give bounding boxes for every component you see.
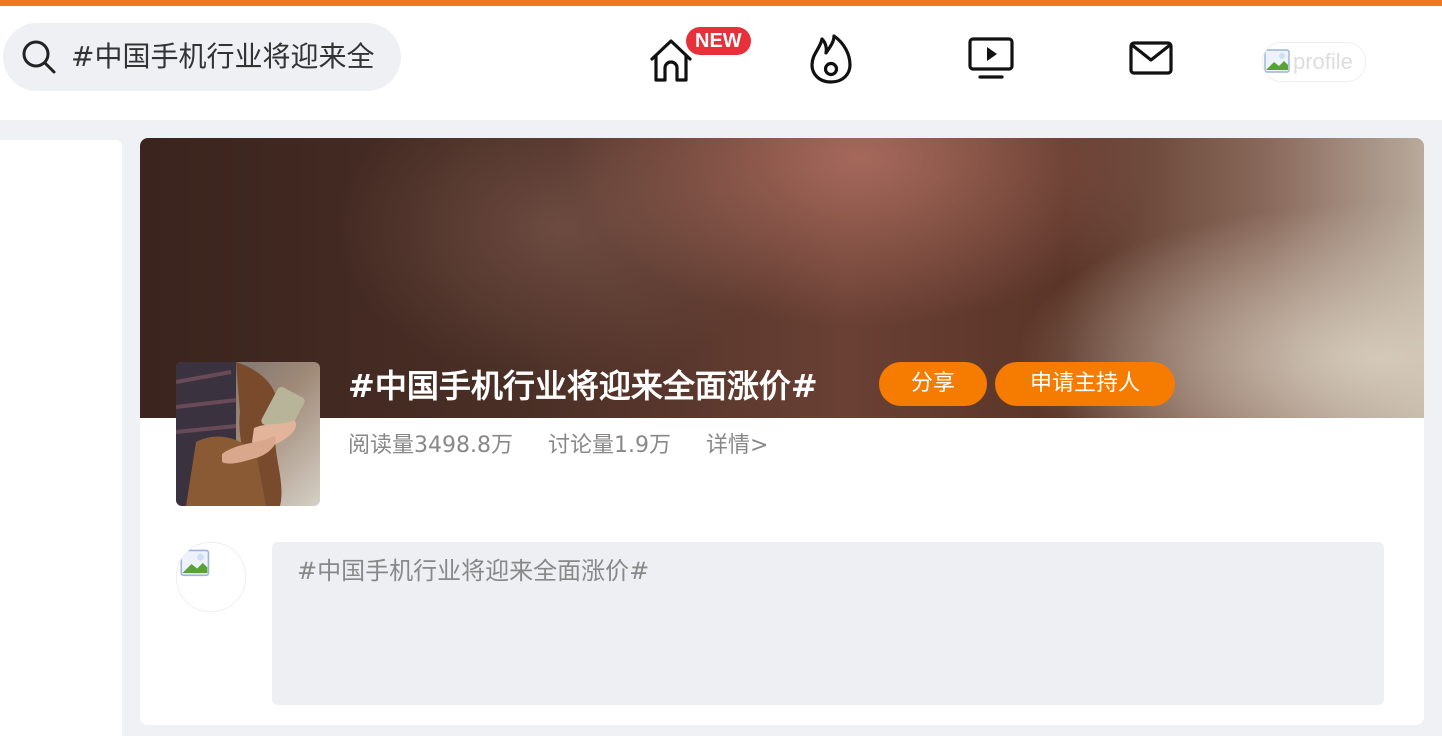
hot-flame-icon — [810, 34, 852, 84]
topic-title: #中国手机行业将迎来全面涨价# — [348, 367, 818, 405]
left-sidebar — [0, 140, 122, 736]
profile-avatar[interactable]: profile — [1262, 42, 1366, 82]
compose-placeholder: #中国手机行业将迎来全面涨价# — [297, 557, 650, 585]
search-input[interactable]: #中国手机行业将迎来全 — [71, 37, 383, 77]
profile-alt-text: profile — [1293, 49, 1353, 74]
new-badge: NEW — [686, 27, 751, 55]
search-icon — [22, 40, 56, 74]
mail-icon — [1129, 41, 1173, 75]
discussion-count: 讨论量1.9万 — [547, 433, 671, 458]
broken-image-icon — [1264, 49, 1290, 73]
video-icon — [968, 37, 1014, 79]
broken-image-icon — [180, 549, 210, 577]
compose-area: #中国手机行业将迎来全面涨价# — [140, 542, 1424, 725]
topic-stats: 阅读量3498.8万 讨论量1.9万 详情> — [348, 430, 796, 462]
woman-phone-image — [176, 362, 320, 506]
apply-host-button[interactable]: 申请主持人 — [995, 362, 1175, 406]
search-box[interactable]: #中国手机行业将迎来全 — [3, 23, 401, 91]
read-count: 阅读量3498.8万 — [348, 433, 513, 458]
details-link[interactable]: 详情> — [706, 433, 768, 458]
post-compose-input[interactable]: #中国手机行业将迎来全面涨价# — [272, 542, 1384, 705]
share-button[interactable]: 分享 — [879, 362, 987, 406]
topic-card: #中国手机行业将迎来全面涨价# 分享 申请主持人 阅读量3498.8万 讨论量1… — [140, 138, 1424, 725]
user-avatar — [176, 542, 246, 612]
nav-video[interactable] — [963, 30, 1019, 86]
topic-thumbnail — [176, 362, 320, 506]
nav-hot[interactable] — [803, 30, 859, 86]
nav-mail[interactable] — [1123, 30, 1179, 86]
